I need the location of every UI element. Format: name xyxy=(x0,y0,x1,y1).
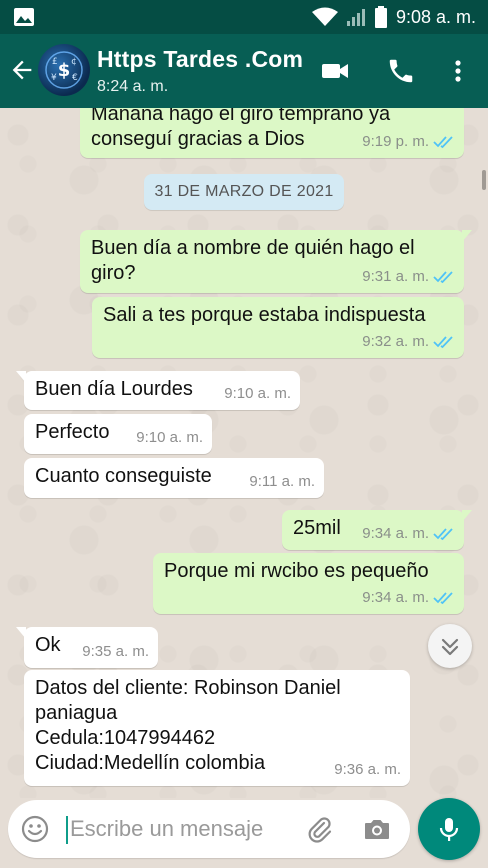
message-bubble-incoming[interactable]: Buen día Lourdes 9:10 a. m. xyxy=(16,371,300,410)
scroll-to-bottom-button[interactable] xyxy=(428,624,472,668)
message-bubble-outgoing[interactable]: Buen día a nombre de quién hago el giro?… xyxy=(80,230,472,293)
message-composer xyxy=(8,800,410,858)
message-time: 9:36 a. m. xyxy=(334,761,401,778)
message-time: 9:35 a. m. xyxy=(82,643,149,660)
message-time: 9:34 a. m. xyxy=(362,589,429,606)
attach-icon[interactable] xyxy=(304,814,334,844)
message-bubble-outgoing[interactable]: 25mil 9:34 a. m. xyxy=(282,510,472,550)
chat-header: $ £ ¢ ¥ € Https Tardes .Com 8:24 a. m. xyxy=(0,34,488,108)
svg-text:$: $ xyxy=(58,60,71,81)
message-bubble-outgoing[interactable]: Sali a tes porque estaba indispuesta 9:3… xyxy=(92,297,464,358)
video-call-icon[interactable] xyxy=(320,56,350,86)
message-time: 9:10 a. m. xyxy=(224,385,291,402)
avatar-logo-icon: $ £ ¢ ¥ € xyxy=(45,51,83,89)
message-time: 9:10 a. m. xyxy=(136,429,203,446)
svg-text:¢: ¢ xyxy=(71,57,77,67)
message-text: Perfecto xyxy=(35,421,110,443)
message-text: Sali a tes porque estaba indispuesta xyxy=(103,304,426,326)
double-check-icon xyxy=(433,270,453,283)
double-check-icon xyxy=(433,135,453,148)
back-arrow-icon[interactable] xyxy=(8,56,36,84)
message-bubble-incoming[interactable]: Datos del cliente: Robinson Daniel pania… xyxy=(24,670,410,786)
chevron-double-down-icon xyxy=(441,638,459,656)
message-bubble-incoming[interactable]: Ok 9:35 a. m. xyxy=(16,627,158,668)
status-time: 9:08 a. m. xyxy=(395,6,476,27)
double-check-icon xyxy=(433,591,453,604)
message-text: Mañana hago el giro temprano ya conseguí… xyxy=(91,108,391,150)
message-text: Cuanto conseguiste xyxy=(35,465,212,487)
message-time: 9:34 a. m. xyxy=(362,525,429,542)
contact-avatar[interactable]: $ £ ¢ ¥ € xyxy=(38,44,90,96)
signal-icon xyxy=(346,9,365,26)
phone-icon[interactable] xyxy=(386,56,416,86)
more-vert-icon[interactable] xyxy=(443,56,473,86)
message-input[interactable] xyxy=(70,810,300,848)
text-caret xyxy=(66,816,68,844)
svg-text:£: £ xyxy=(52,57,58,67)
double-check-icon xyxy=(433,527,453,540)
message-text: Buen día Lourdes xyxy=(35,378,193,400)
message-text: Datos del cliente: Robinson Daniel pania… xyxy=(35,677,341,774)
double-check-icon xyxy=(433,335,453,348)
scrollbar-thumb[interactable] xyxy=(482,170,486,190)
wifi-icon xyxy=(311,7,338,26)
battery-icon xyxy=(374,6,387,28)
message-time: 9:32 a. m. xyxy=(362,333,429,350)
message-time: 9:19 p. m. xyxy=(362,133,429,150)
message-time: 9:31 a. m. xyxy=(362,268,429,285)
chat-area[interactable]: Mañana hago el giro temprano ya conseguí… xyxy=(0,108,488,798)
message-text: Porque mi rwcibo es pequeño xyxy=(164,560,429,582)
emoji-icon[interactable] xyxy=(20,814,50,844)
mic-icon xyxy=(439,818,459,841)
camera-icon[interactable] xyxy=(362,814,392,844)
date-separator: 31 DE MARZO DE 2021 xyxy=(144,174,344,210)
image-icon xyxy=(14,8,34,26)
status-bar: 9:08 a. m. xyxy=(0,0,488,34)
svg-text:¥: ¥ xyxy=(51,73,57,83)
voice-record-button[interactable] xyxy=(418,798,480,860)
message-bubble-outgoing[interactable]: Porque mi rwcibo es pequeño 9:34 a. m. xyxy=(153,553,464,614)
message-time: 9:11 a. m. xyxy=(249,473,315,490)
message-bubble-incoming[interactable]: Cuanto conseguiste 9:11 a. m. xyxy=(24,458,324,498)
message-text: Ok xyxy=(35,634,61,656)
last-seen: 8:24 a. m. xyxy=(97,78,169,95)
message-bubble-incoming[interactable]: Perfecto 9:10 a. m. xyxy=(24,414,212,454)
message-text: 25mil xyxy=(293,517,341,539)
message-bubble-outgoing[interactable]: Mañana hago el giro temprano ya conseguí… xyxy=(80,108,464,158)
contact-name[interactable]: Https Tardes .Com xyxy=(97,46,303,73)
svg-text:€: € xyxy=(72,73,78,83)
